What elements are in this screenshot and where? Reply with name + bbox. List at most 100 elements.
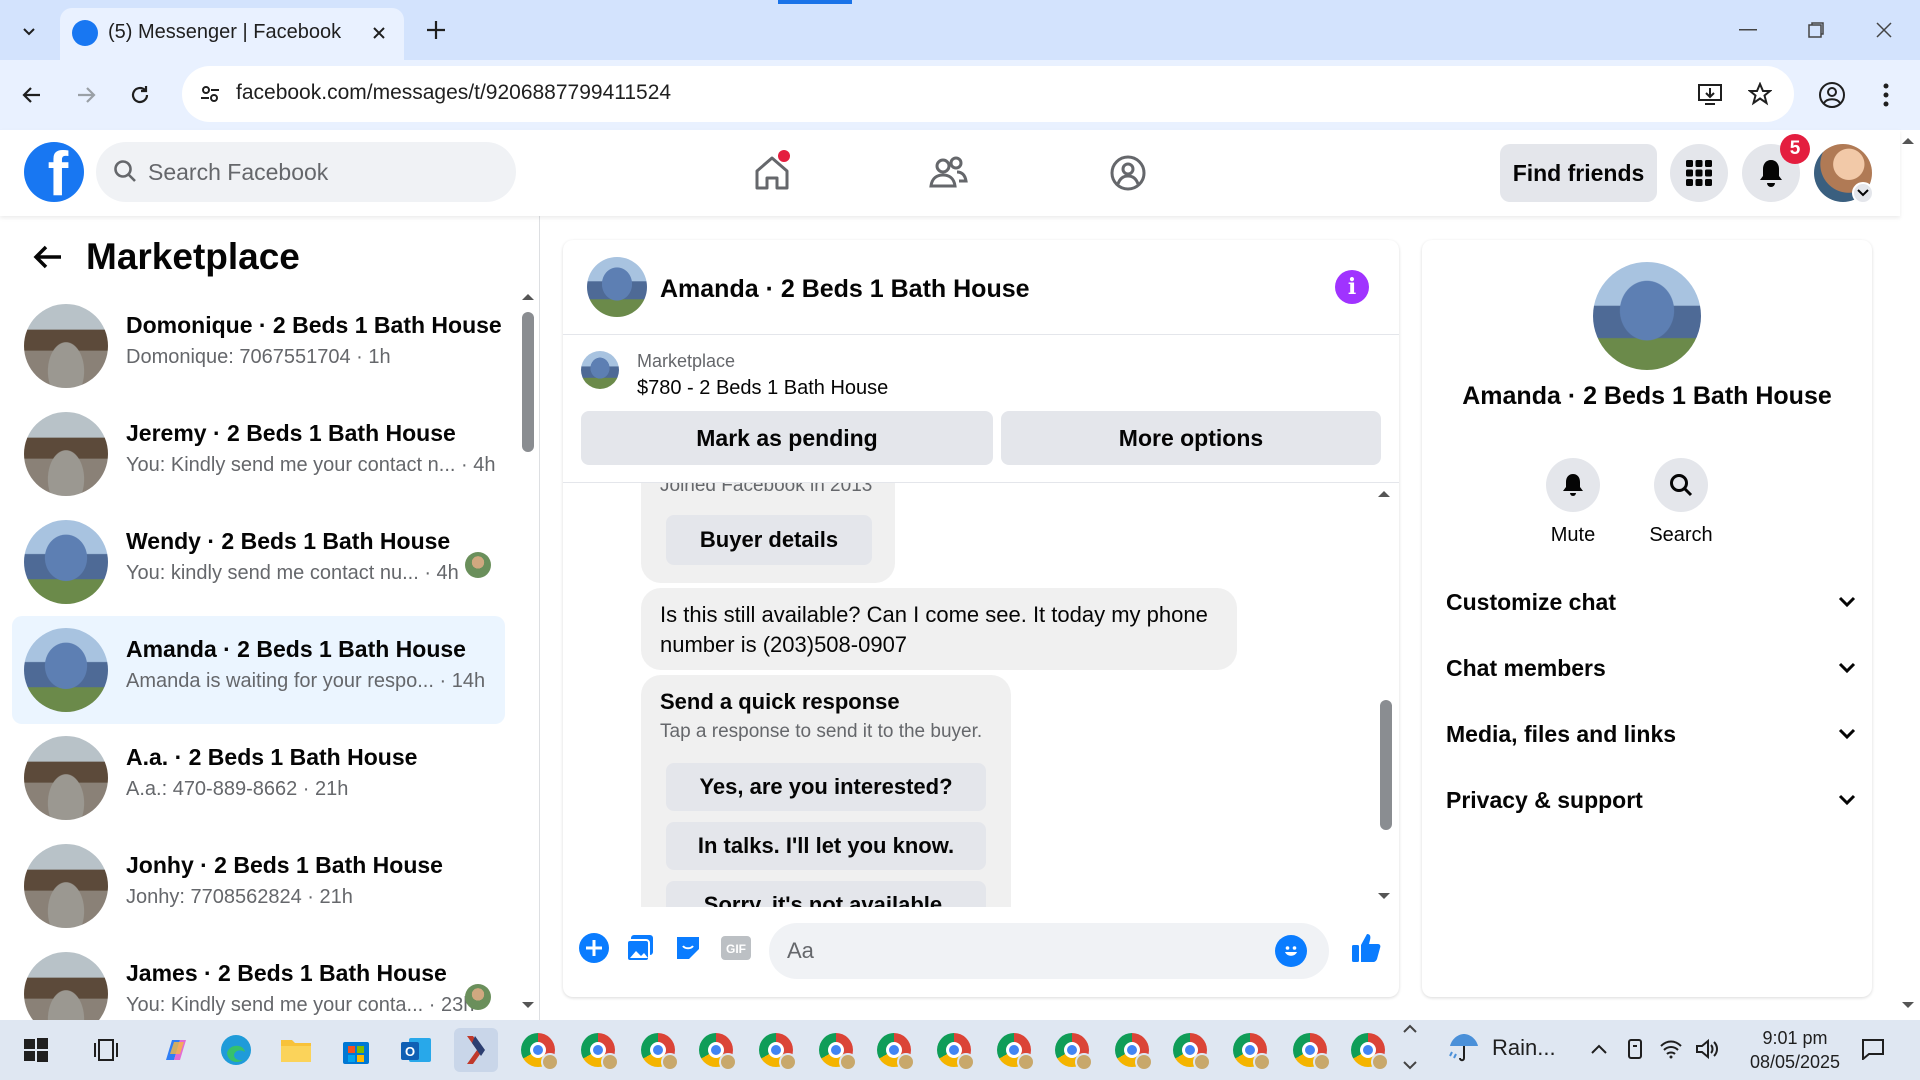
listing-thumbnail[interactable] bbox=[581, 351, 619, 389]
listing-title[interactable]: $780 - 2 Beds 1 Bath House bbox=[637, 377, 888, 400]
chat-scrollbar[interactable] bbox=[1380, 700, 1392, 830]
chrome-window-icon[interactable] bbox=[576, 1028, 620, 1072]
file-explorer-icon[interactable] bbox=[274, 1028, 318, 1072]
conversation-item[interactable]: James · 2 Beds 1 Bath House You: Kindly … bbox=[12, 940, 505, 1020]
buyer-details-button[interactable]: Buyer details bbox=[666, 515, 872, 565]
chrome-window-icon[interactable] bbox=[636, 1028, 680, 1072]
menu-grid-icon[interactable] bbox=[1670, 144, 1728, 202]
mute-button[interactable]: Mute bbox=[1528, 458, 1618, 547]
search-conversation-button[interactable]: Search bbox=[1636, 458, 1726, 547]
quick-response-option[interactable]: Yes, are you interested? bbox=[666, 763, 986, 811]
customize-chat-section[interactable]: Customize chat bbox=[1446, 577, 1856, 627]
notification-center-icon[interactable] bbox=[1858, 1034, 1888, 1064]
chrome-window-icon[interactable] bbox=[1288, 1028, 1332, 1072]
add-attachment-icon[interactable] bbox=[575, 929, 613, 967]
chat-members-section[interactable]: Chat members bbox=[1446, 643, 1856, 693]
reload-icon[interactable] bbox=[122, 77, 158, 113]
chat-scroll-down-icon[interactable] bbox=[1376, 891, 1392, 901]
conversation-item[interactable]: Wendy · 2 Beds 1 Bath House You: kindly … bbox=[12, 508, 505, 616]
install-app-icon[interactable] bbox=[1694, 78, 1726, 110]
tab-search-icon[interactable] bbox=[14, 16, 44, 46]
photo-icon[interactable] bbox=[621, 929, 659, 967]
new-tab-icon[interactable] bbox=[420, 14, 452, 46]
emoji-icon[interactable] bbox=[1275, 935, 1307, 967]
page-scroll-up-icon[interactable] bbox=[1900, 136, 1916, 146]
chrome-window-icon[interactable] bbox=[1346, 1028, 1390, 1072]
media-files-links-section[interactable]: Media, files and links bbox=[1446, 709, 1856, 759]
chrome-window-icon[interactable] bbox=[814, 1028, 858, 1072]
chrome-window-icon[interactable] bbox=[1168, 1028, 1212, 1072]
groups-nav-icon[interactable] bbox=[1100, 148, 1156, 198]
home-nav-icon[interactable] bbox=[744, 148, 800, 198]
more-options-button[interactable]: More options bbox=[1001, 411, 1381, 465]
browser-menu-icon[interactable] bbox=[1868, 77, 1904, 113]
tab-close-icon[interactable] bbox=[366, 20, 392, 46]
active-app-icon[interactable] bbox=[454, 1028, 498, 1072]
minimize-icon[interactable] bbox=[1728, 12, 1768, 48]
conversation-item-active[interactable]: Amanda · 2 Beds 1 Bath House Amanda is w… bbox=[12, 616, 505, 724]
restore-icon[interactable] bbox=[1796, 12, 1836, 48]
url-text[interactable]: facebook.com/messages/t/9206887799411524 bbox=[236, 81, 671, 105]
find-friends-button[interactable]: Find friends bbox=[1500, 144, 1657, 202]
profile-icon[interactable] bbox=[1814, 77, 1850, 113]
chrome-window-icon[interactable] bbox=[932, 1028, 976, 1072]
edge-browser-icon[interactable] bbox=[214, 1028, 258, 1072]
search-input[interactable] bbox=[148, 142, 498, 202]
conversation-item[interactable]: Domonique · 2 Beds 1 Bath House Domoniqu… bbox=[12, 292, 505, 400]
conversation-item[interactable]: A.a. · 2 Beds 1 Bath House A.a.: 470-889… bbox=[12, 724, 505, 832]
chrome-window-icon[interactable] bbox=[872, 1028, 916, 1072]
wifi-icon[interactable] bbox=[1656, 1034, 1686, 1064]
mark-as-pending-button[interactable]: Mark as pending bbox=[581, 411, 993, 465]
volume-icon[interactable] bbox=[1692, 1034, 1722, 1064]
chrome-window-icon[interactable] bbox=[1228, 1028, 1272, 1072]
windows-start-icon[interactable] bbox=[14, 1028, 58, 1072]
account-avatar[interactable] bbox=[1814, 144, 1874, 204]
chrome-window-icon[interactable] bbox=[1110, 1028, 1154, 1072]
show-hidden-icons-chevron-icon[interactable] bbox=[1584, 1034, 1614, 1064]
outlook-icon[interactable]: O bbox=[394, 1028, 438, 1072]
sidebar-scroll-up-icon[interactable] bbox=[520, 292, 536, 302]
chrome-window-icon[interactable] bbox=[754, 1028, 798, 1072]
conversation-item[interactable]: Jeremy · 2 Beds 1 Bath House You: Kindly… bbox=[12, 400, 505, 508]
taskbar-scroll-up-icon[interactable] bbox=[1402, 1024, 1418, 1034]
task-view-icon[interactable] bbox=[84, 1028, 128, 1072]
message-input-field[interactable] bbox=[769, 923, 1329, 979]
facebook-search[interactable] bbox=[96, 142, 516, 202]
address-bar[interactable]: facebook.com/messages/t/9206887799411524 bbox=[182, 66, 1794, 122]
bookmark-star-icon[interactable] bbox=[1744, 78, 1776, 110]
forward-icon[interactable] bbox=[68, 77, 104, 113]
like-thumbs-up-icon[interactable] bbox=[1347, 929, 1385, 967]
quick-response-option[interactable]: In talks. I'll let you know. bbox=[666, 822, 986, 870]
chrome-window-icon[interactable] bbox=[992, 1028, 1036, 1072]
chat-scroll-up-icon[interactable] bbox=[1376, 489, 1392, 499]
chrome-window-icon[interactable] bbox=[694, 1028, 738, 1072]
facebook-logo-icon[interactable]: f bbox=[24, 142, 84, 202]
privacy-support-section[interactable]: Privacy & support bbox=[1446, 775, 1856, 825]
back-icon[interactable] bbox=[14, 77, 50, 113]
copilot-icon[interactable] bbox=[154, 1028, 198, 1072]
sticker-icon[interactable] bbox=[669, 929, 707, 967]
chrome-window-icon[interactable] bbox=[1050, 1028, 1094, 1072]
friends-nav-icon[interactable] bbox=[920, 148, 976, 198]
sidebar-scroll-down-icon[interactable] bbox=[520, 1000, 536, 1010]
chat-title[interactable]: Amanda · 2 Beds 1 Bath House bbox=[660, 275, 1030, 304]
weather-widget[interactable]: Rain... bbox=[1446, 1030, 1556, 1066]
back-arrow-icon[interactable] bbox=[30, 239, 66, 275]
device-icon[interactable] bbox=[1620, 1034, 1650, 1064]
site-info-icon[interactable] bbox=[196, 80, 224, 108]
sidebar-scrollbar[interactable] bbox=[522, 312, 534, 452]
close-window-icon[interactable] bbox=[1864, 12, 1904, 48]
chat-avatar[interactable] bbox=[587, 257, 647, 317]
microsoft-store-icon[interactable] bbox=[334, 1028, 378, 1072]
browser-tab[interactable]: (5) Messenger | Facebook bbox=[60, 8, 404, 60]
gif-icon[interactable]: GIF bbox=[717, 929, 755, 967]
message-list[interactable]: Joined Facebook in 2013 Buyer details Is… bbox=[563, 483, 1399, 907]
system-clock[interactable]: 9:01 pm 08/05/2025 bbox=[1740, 1026, 1850, 1074]
message-input[interactable] bbox=[787, 923, 1257, 979]
info-icon[interactable]: i bbox=[1335, 270, 1369, 304]
chrome-window-icon[interactable] bbox=[516, 1028, 560, 1072]
conversation-item[interactable]: Jonhy · 2 Beds 1 Bath House Jonhy: 77085… bbox=[12, 832, 505, 940]
page-scroll-down-icon[interactable] bbox=[1900, 1000, 1916, 1010]
taskbar-scroll-down-icon[interactable] bbox=[1402, 1060, 1418, 1070]
quick-response-option[interactable]: Sorry, it's not available. bbox=[666, 881, 986, 907]
